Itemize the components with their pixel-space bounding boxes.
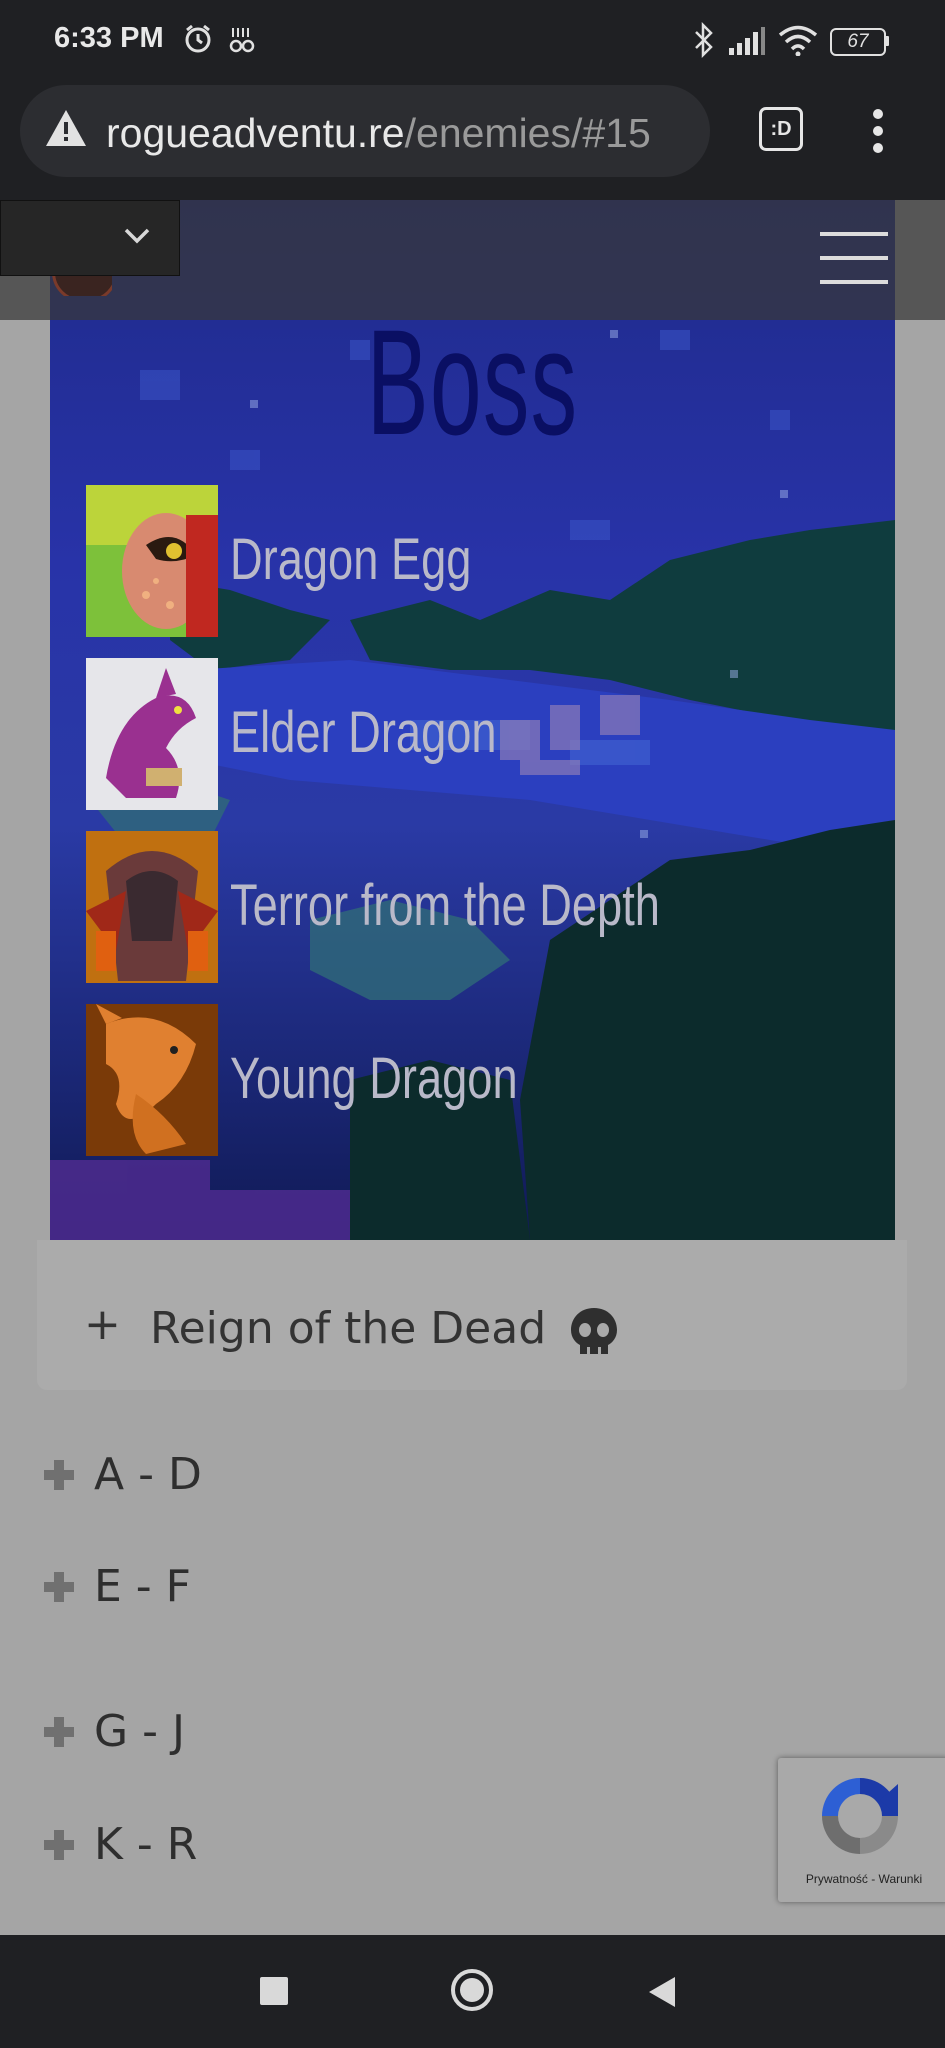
enemy-row-elder-dragon[interactable]: Elder Dragon (86, 658, 866, 810)
wifi-icon (778, 24, 818, 56)
more-vert-icon[interactable] (870, 108, 886, 154)
reign-of-the-dead-toggle[interactable]: Reign of the Dead (150, 1304, 546, 1354)
enemy-name[interactable]: Terror from the Depth (230, 871, 660, 941)
enemy-name[interactable]: Dragon Egg (230, 525, 471, 595)
enemy-row-dragon-egg[interactable]: Dragon Egg (86, 485, 866, 637)
recaptcha-links[interactable]: Prywatność - Warunki (778, 1872, 945, 1886)
url-path: /enemies/#15 (404, 110, 651, 156)
terror-from-the-depth-portrait (86, 831, 218, 983)
recents-button[interactable] (260, 1977, 288, 2005)
url-text[interactable]: rogueadventu.re/enemies/#15 (106, 108, 696, 158)
data-saver-icon (228, 26, 256, 54)
dragon-egg-portrait (86, 485, 218, 637)
category-label[interactable]: A - D (94, 1445, 202, 1505)
enemy-row-young-dragon[interactable]: Young Dragon (86, 1004, 866, 1156)
enemy-name[interactable]: Young Dragon (230, 1044, 518, 1114)
plus-icon (44, 1830, 74, 1860)
language-dropdown[interactable] (0, 200, 180, 276)
elder-dragon-portrait (86, 658, 218, 810)
recaptcha-logo-icon (822, 1778, 898, 1854)
recaptcha-badge[interactable]: Prywatność - Warunki (778, 1758, 945, 1902)
signal-icon (728, 26, 766, 56)
category-label[interactable]: E - F (94, 1557, 191, 1617)
warning-icon[interactable] (44, 108, 88, 148)
young-dragon-portrait (86, 1004, 218, 1156)
expand-plus-icon[interactable]: + (84, 1300, 121, 1350)
boss-title: Boss (366, 298, 579, 466)
chevron-down-icon (124, 228, 150, 244)
battery-level: 67 (847, 31, 869, 52)
plus-icon (44, 1717, 74, 1747)
boss-panel: Boss Dragon Egg Elder Dragon Terror from… (50, 200, 895, 1240)
plus-icon (44, 1460, 74, 1490)
status-time: 6:33 PM (54, 22, 164, 54)
category-label[interactable]: K - R (94, 1815, 197, 1875)
category-label[interactable]: G - J (94, 1702, 185, 1762)
enemy-name[interactable]: Elder Dragon (230, 698, 497, 768)
bluetooth-icon (693, 22, 715, 58)
tab-count: :D (770, 118, 792, 140)
enemy-row-terror-from-the-depth[interactable]: Terror from the Depth (86, 831, 866, 983)
skull-icon (571, 1308, 617, 1355)
back-button[interactable] (647, 1975, 677, 2009)
hamburger-menu-icon[interactable] (820, 230, 888, 286)
battery-icon: 67 (830, 28, 890, 56)
home-button[interactable] (450, 1968, 494, 2012)
tab-switcher-icon[interactable]: :D (759, 107, 803, 151)
plus-icon (44, 1572, 74, 1602)
url-domain: rogueadventu.re (106, 110, 405, 156)
alarm-icon (183, 24, 213, 54)
